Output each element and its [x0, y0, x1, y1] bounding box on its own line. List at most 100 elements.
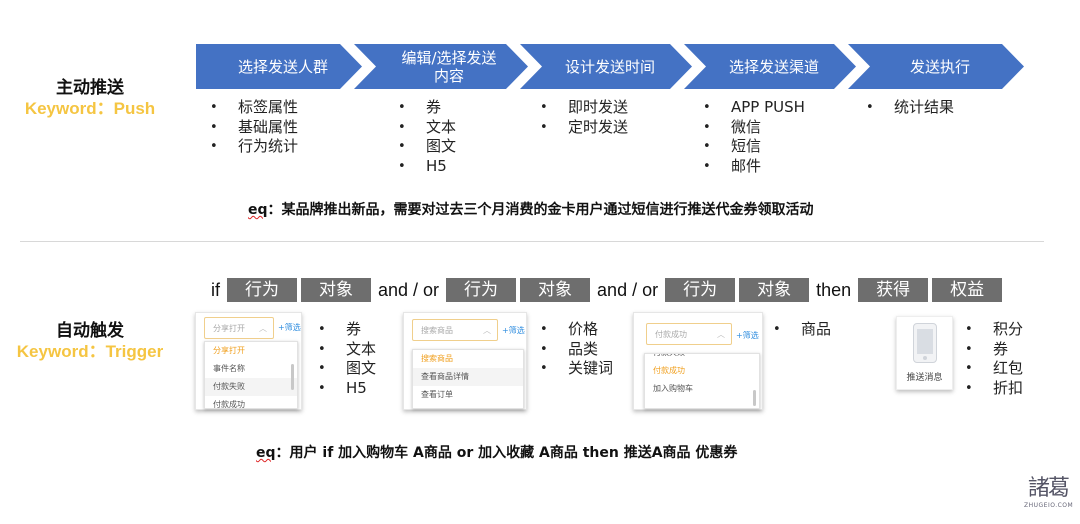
list-item: 折扣	[965, 379, 1023, 399]
trigger-keyword: Keyword：Trigger	[16, 342, 164, 361]
list-item: 行为统计	[210, 137, 298, 157]
event-select[interactable]: 分享打开 ︿	[204, 317, 274, 339]
step-label: 选择发送人群	[237, 57, 328, 76]
example-prefix: eq	[248, 202, 268, 218]
audience-list: 标签属性 基础属性 行为统计	[210, 98, 298, 157]
list-item: 红包	[965, 359, 1023, 379]
panel1-items: 券 文本 图文 H5	[318, 320, 376, 398]
trigger-example: eq：用户 if 加入购物车 A商品 or 加入收藏 A商品 then 推送A商…	[256, 442, 737, 462]
time-list: 即时发送 定时发送	[540, 98, 628, 137]
section-divider	[20, 241, 1044, 242]
dropdown-option[interactable]: 付款失败	[645, 354, 759, 362]
list-item: 积分	[965, 320, 1023, 340]
phone-icon	[913, 323, 937, 363]
dropdown-option[interactable]: 付款成功	[205, 396, 297, 414]
scrollbar[interactable]	[291, 364, 294, 390]
scrollbar[interactable]	[753, 390, 756, 406]
list-item: H5	[318, 379, 376, 399]
then-keyword: then	[816, 279, 852, 300]
rewards-list: 积分 券 红包 折扣	[965, 320, 1023, 398]
behavior-tag: 行为	[227, 278, 297, 302]
dropdown-option[interactable]: 查看商品详情	[413, 368, 523, 386]
step-label-line2: 内容	[433, 66, 464, 85]
push-title: 主动推送	[56, 78, 124, 98]
panel2-items: 价格 品类 关键词	[540, 320, 613, 379]
event-selector-panel-1: 分享打开 ︿ +筛选 分享打开 事件名称 付款失败 付款成功	[195, 312, 302, 410]
step-label: 编辑/选择发送 内容	[385, 49, 496, 85]
event-selector-panel-3: 付款成功 ︿ +筛选 付款失败 付款成功 加入购物车	[633, 312, 763, 410]
step-send-time: 设计发送时间	[520, 44, 692, 89]
list-item: APP PUSH	[703, 98, 805, 118]
zhugeio-logo: 諸葛 ZHUGEIO.COM	[1024, 476, 1073, 509]
list-item: 文本	[318, 340, 376, 360]
if-keyword: if	[211, 279, 220, 300]
dropdown-option[interactable]: 分享打开	[205, 342, 297, 360]
event-selector-panel-2: 搜索商品 ︿ +筛选 搜索商品 查看商品详情 查看订单	[403, 312, 527, 410]
panel3-items: 商品	[773, 320, 831, 340]
event-dropdown: 搜索商品 查看商品详情 查看订单	[412, 349, 524, 409]
list-item: 价格	[540, 320, 613, 340]
push-message-label: 推送消息	[906, 373, 943, 383]
dropdown-option[interactable]: 付款失败	[205, 378, 297, 396]
select-value: 搜索商品	[421, 326, 453, 335]
step-label-line1: 编辑/选择发送	[401, 48, 497, 67]
example-text: ：用户 if 加入购物车 A商品 or 加入收藏 A商品 then 推送A商品 …	[275, 445, 738, 461]
event-dropdown: 付款失败 付款成功 加入购物车	[644, 353, 760, 409]
push-example: eq：某品牌推出新品，需要对过去三个月消费的金卡用户通过短信进行推送代金券领取活…	[248, 199, 814, 219]
chevron-up-icon: ︿	[483, 326, 491, 335]
list-item: 标签属性	[210, 98, 298, 118]
list-item: 邮件	[703, 157, 805, 177]
list-item: 商品	[773, 320, 831, 340]
event-dropdown: 分享打开 事件名称 付款失败 付款成功	[204, 341, 298, 409]
trigger-title: 自动触发	[56, 321, 124, 341]
step-edit-content: 编辑/选择发送 内容	[354, 44, 528, 89]
list-item: 图文	[318, 359, 376, 379]
dropdown-option[interactable]: 付款成功	[645, 362, 759, 380]
step-label: 选择发送渠道	[728, 57, 819, 76]
behavior-tag: 行为	[665, 278, 736, 302]
object-tag: 对象	[301, 278, 371, 302]
list-item: 微信	[703, 118, 805, 138]
object-tag: 对象	[520, 278, 591, 302]
dropdown-option[interactable]: 搜索商品	[413, 350, 523, 368]
and-or-keyword: and / or	[597, 279, 659, 300]
push-process-flow: 选择发送人群 编辑/选择发送 内容 设计发送时间 选择发送渠道 发送执行	[196, 44, 1026, 89]
list-item: 即时发送	[540, 98, 628, 118]
chevron-up-icon: ︿	[717, 330, 725, 339]
event-select[interactable]: 付款成功 ︿	[646, 323, 732, 345]
and-or-keyword: and / or	[378, 279, 440, 300]
dropdown-option[interactable]: 事件名称	[205, 360, 297, 378]
content-list: 券 文本 图文 H5	[398, 98, 456, 176]
example-text: ：某品牌推出新品，需要对过去三个月消费的金卡用户通过短信进行推送代金券领取活动	[267, 202, 814, 218]
list-item: H5	[398, 157, 456, 177]
step-label: 发送执行	[909, 57, 970, 76]
obtain-tag: 获得	[858, 278, 929, 302]
dropdown-option[interactable]: 查看订单	[413, 386, 523, 404]
list-item: 券	[398, 98, 456, 118]
event-select[interactable]: 搜索商品 ︿	[412, 319, 498, 341]
add-filter-link[interactable]: +筛选	[278, 322, 301, 333]
list-item: 品类	[540, 340, 613, 360]
trigger-section-title: 自动触发 Keyword：Trigger	[0, 321, 180, 363]
execute-list: 统计结果	[866, 98, 954, 118]
add-filter-link[interactable]: +筛选	[502, 325, 525, 336]
push-message-card[interactable]: 推送消息	[896, 316, 953, 390]
push-section-title: 主动推送 Keyword：Push	[0, 78, 180, 120]
select-value: 分享打开	[213, 324, 245, 333]
object-tag: 对象	[739, 278, 810, 302]
list-item: 基础属性	[210, 118, 298, 138]
channel-list: APP PUSH 微信 短信 邮件	[703, 98, 805, 176]
select-value: 付款成功	[655, 330, 687, 339]
behavior-tag: 行为	[446, 278, 517, 302]
list-item: 券	[965, 340, 1023, 360]
add-filter-link[interactable]: +筛选	[736, 330, 759, 341]
dropdown-option[interactable]: 加入购物车	[645, 380, 759, 398]
push-keyword: Keyword：Push	[24, 99, 156, 118]
example-prefix: eq	[256, 445, 276, 461]
list-item: 定时发送	[540, 118, 628, 138]
list-item: 券	[318, 320, 376, 340]
list-item: 关键词	[540, 359, 613, 379]
logo-mark: 諸葛	[1027, 476, 1070, 501]
rights-tag: 权益	[932, 278, 1003, 302]
step-select-audience: 选择发送人群	[196, 44, 362, 89]
